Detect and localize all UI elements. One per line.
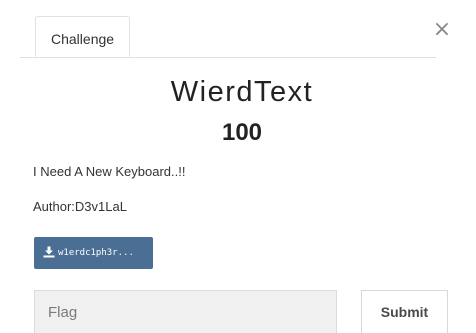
file-name: w1erdc1ph3r... [58,248,134,258]
challenge-modal: × Challenge WierdText 100 I Need A New K… [0,0,476,333]
challenge-description: I Need A New Keyboard..!! [33,164,186,179]
tab-challenge[interactable]: Challenge [35,16,131,57]
challenge-name: WierdText [170,76,314,108]
submit-button[interactable]: Submit [361,290,448,333]
tab-bar: Challenge [20,16,436,58]
flag-input[interactable] [34,290,337,333]
file-download-button[interactable]: w1erdc1ph3r... [34,237,153,269]
download-icon [43,246,55,257]
challenge-author: Author:D3v1LaL [33,199,127,214]
challenge-value: 100 [221,119,263,146]
